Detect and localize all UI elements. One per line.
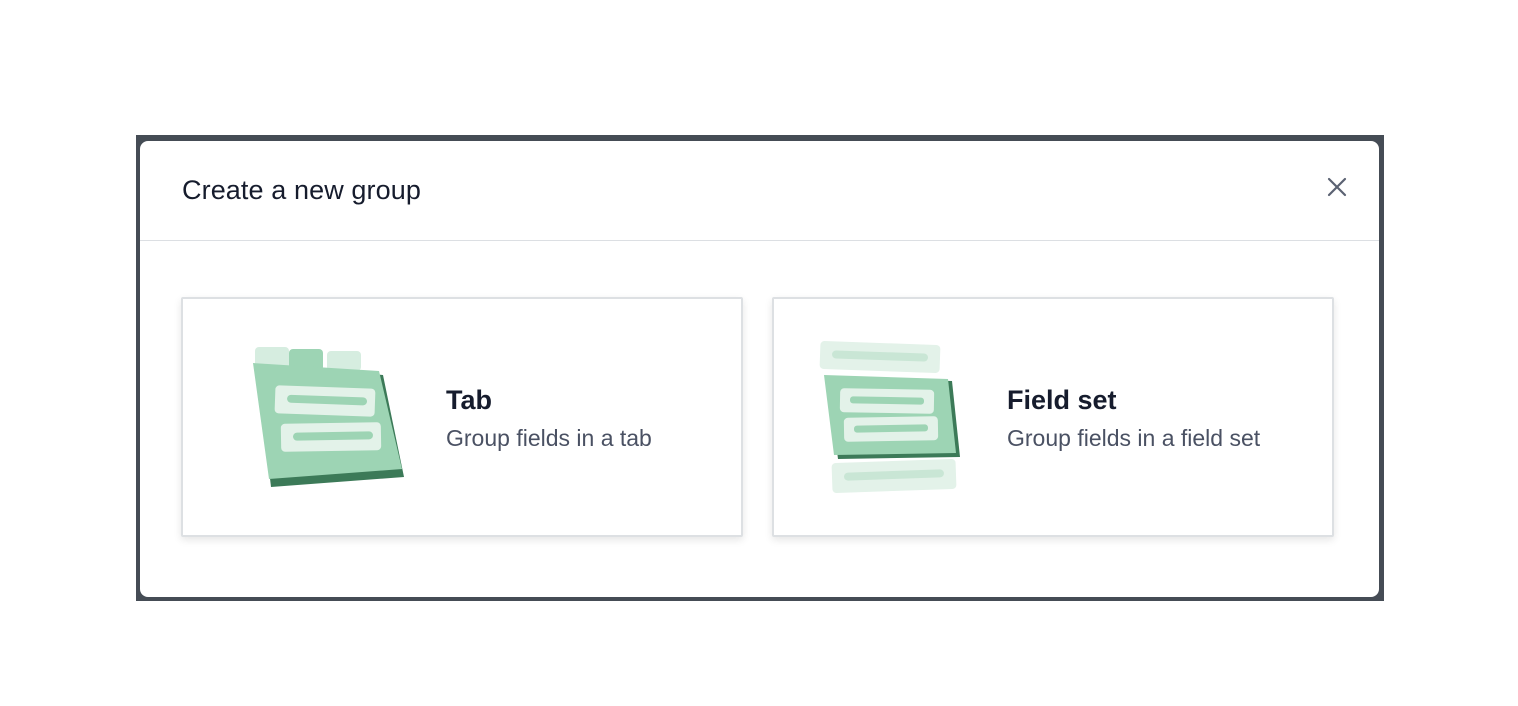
tab-option-card[interactable]: Tab Group fields in a tab xyxy=(181,297,743,537)
dialog-title: Create a new group xyxy=(182,175,421,205)
fieldset-option-card[interactable]: Field set Group fields in a field set xyxy=(772,297,1334,537)
dialog-header: Create a new group xyxy=(140,141,1379,241)
tab-option-description: Group fields in a tab xyxy=(446,425,652,451)
fieldset-option-title: Field set xyxy=(1007,385,1117,415)
fieldset-option-description: Group fields in a field set xyxy=(1007,425,1261,451)
fieldset-illustration-icon xyxy=(819,341,960,494)
close-icon xyxy=(1327,177,1347,197)
close-button[interactable] xyxy=(1321,171,1353,203)
tab-illustration-icon xyxy=(253,347,404,487)
tab-option-title: Tab xyxy=(446,385,492,415)
create-group-dialog: Create a new group Tab Group fields in a… xyxy=(140,141,1379,597)
